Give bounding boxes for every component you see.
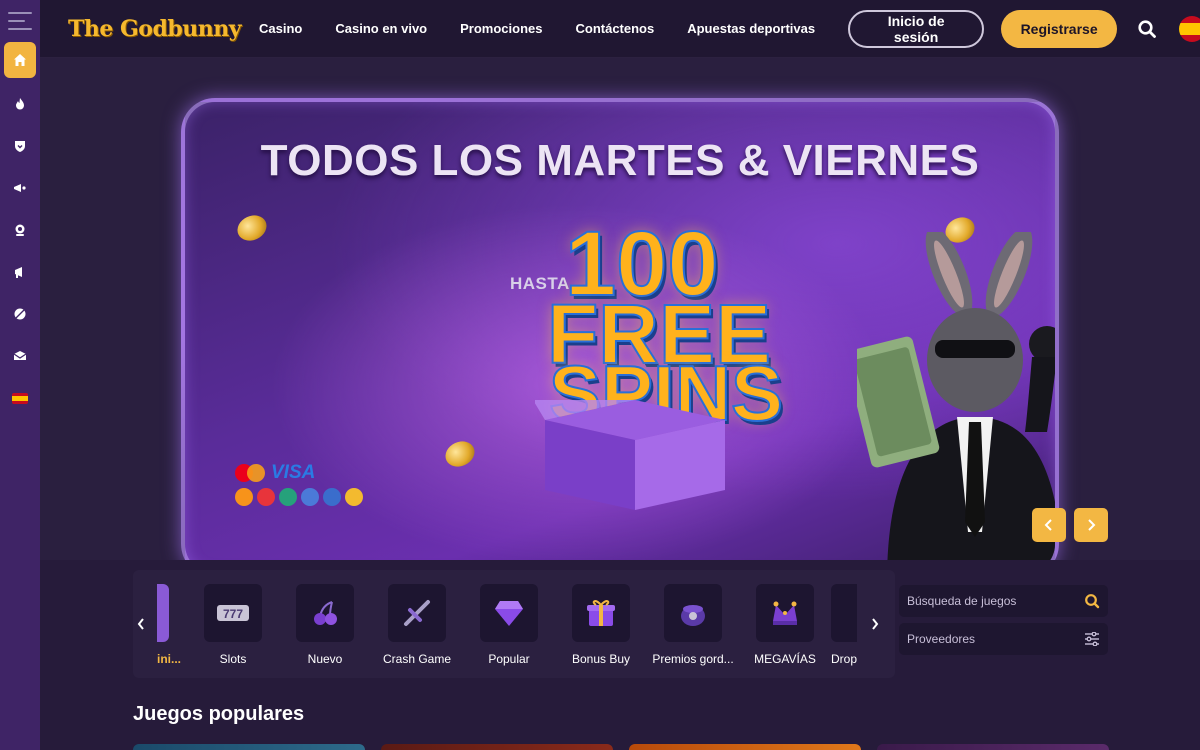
banner-title: TODOS LOS MARTES & VIERNES bbox=[260, 136, 980, 185]
fire-icon bbox=[16, 98, 24, 110]
svg-text:777: 777 bbox=[223, 607, 243, 621]
nav-promotions[interactable]: Promociones bbox=[460, 21, 542, 36]
game-card[interactable] bbox=[381, 744, 613, 750]
sidebar-item-language[interactable] bbox=[4, 382, 36, 414]
header-actions: Inicio de sesión Registrarse bbox=[848, 9, 1200, 48]
providers-filter[interactable]: Proveedores bbox=[899, 623, 1108, 655]
category-label: Nuevo bbox=[307, 652, 343, 666]
spain-flag-icon[interactable] bbox=[1179, 15, 1200, 42]
carousel-prev-button[interactable] bbox=[1032, 508, 1066, 542]
sidebar-item-security[interactable] bbox=[4, 130, 36, 162]
category-viewport: ini... 777 Slots Nuevo Crash Game Popula… bbox=[157, 570, 857, 678]
nav-live-casino[interactable]: Casino en vivo bbox=[335, 21, 427, 36]
category-item-jackpots[interactable]: Premios gord... bbox=[647, 584, 739, 666]
ethereum-icon bbox=[301, 488, 319, 506]
gift-box-illustration bbox=[535, 400, 725, 510]
shield-icon bbox=[15, 141, 25, 152]
sidebar-item-hot[interactable] bbox=[4, 88, 36, 120]
coin-decoration bbox=[441, 436, 479, 472]
crash-plane-icon bbox=[388, 584, 446, 642]
mastercard-icon bbox=[235, 464, 265, 482]
sidebar-item-messages[interactable] bbox=[4, 340, 36, 372]
category-label: Drop bbox=[831, 652, 857, 666]
search-icon[interactable] bbox=[1137, 19, 1157, 39]
game-search-input[interactable] bbox=[907, 594, 1067, 608]
nav-contact[interactable]: Contáctenos bbox=[575, 21, 654, 36]
diamond-icon bbox=[480, 584, 538, 642]
category-label: Slots bbox=[219, 652, 247, 666]
category-label: Popular bbox=[488, 652, 530, 666]
popular-games-title: Juegos populares bbox=[133, 703, 305, 725]
jackpot-pot-icon bbox=[664, 584, 722, 642]
nav-casino[interactable]: Casino bbox=[259, 21, 302, 36]
bitcoin-icon bbox=[235, 488, 253, 506]
game-card[interactable] bbox=[629, 744, 861, 750]
login-button[interactable]: Inicio de sesión bbox=[848, 9, 985, 48]
category-item-megaways[interactable]: MEGAVÍAS bbox=[739, 584, 831, 666]
tether-icon bbox=[279, 488, 297, 506]
chevron-left-icon bbox=[1044, 519, 1052, 531]
sidebar-item-sports[interactable] bbox=[4, 298, 36, 330]
sidebar-item-promotions[interactable] bbox=[4, 172, 36, 204]
gift-icon bbox=[572, 584, 630, 642]
promo-banner[interactable]: TODOS LOS MARTES & VIERNES HASTA 100 FRE… bbox=[181, 98, 1059, 578]
game-categories: ini... 777 Slots Nuevo Crash Game Popula… bbox=[40, 560, 1200, 680]
support-icon bbox=[15, 224, 25, 236]
chevron-left-icon bbox=[137, 618, 144, 630]
sports-ball-icon bbox=[14, 308, 26, 320]
search-icon[interactable] bbox=[1084, 593, 1100, 609]
filter-sliders-icon bbox=[1085, 632, 1099, 646]
category-item-bonus-buy[interactable]: Bonus Buy bbox=[555, 584, 647, 666]
category-item-slots[interactable]: 777 Slots bbox=[187, 584, 279, 666]
category-label: MEGAVÍAS bbox=[754, 652, 816, 666]
category-item-crash[interactable]: Crash Game bbox=[371, 584, 463, 666]
drop-icon bbox=[831, 584, 857, 642]
category-label: Bonus Buy bbox=[571, 652, 631, 666]
tron-icon bbox=[257, 488, 275, 506]
megaphone-icon bbox=[14, 184, 26, 192]
category-label: Premios gord... bbox=[652, 652, 734, 666]
hero-carousel: TODOS LOS MARTES & VIERNES HASTA 100 FRE… bbox=[40, 58, 1200, 578]
category-next-button[interactable] bbox=[867, 614, 883, 634]
chevron-right-icon bbox=[1088, 519, 1096, 531]
site-logo[interactable]: The Godbunny bbox=[68, 16, 242, 42]
category-item-new[interactable]: Nuevo bbox=[279, 584, 371, 666]
payment-methods: VISA bbox=[235, 462, 367, 506]
bnb-icon bbox=[345, 488, 363, 506]
envelope-icon bbox=[13, 351, 27, 360]
jester-hat-icon bbox=[756, 584, 814, 642]
category-prev-button[interactable] bbox=[133, 614, 149, 634]
sidebar-item-home[interactable] bbox=[4, 42, 36, 78]
sidebar-item-announcements[interactable] bbox=[4, 256, 36, 288]
game-search-box[interactable] bbox=[899, 585, 1108, 617]
bunny-mascot-illustration bbox=[857, 232, 1055, 574]
visa-logo: VISA bbox=[271, 462, 316, 483]
cherry-icon bbox=[296, 584, 354, 642]
slots-icon: 777 bbox=[204, 584, 262, 642]
nav-sports-betting[interactable]: Apuestas deportivas bbox=[687, 21, 815, 36]
game-card[interactable] bbox=[877, 744, 1109, 750]
category-active-tile bbox=[157, 584, 169, 642]
home-icon bbox=[14, 54, 26, 66]
category-strip: ini... 777 Slots Nuevo Crash Game Popula… bbox=[133, 570, 895, 678]
menu-toggle-icon[interactable] bbox=[8, 12, 32, 30]
register-button[interactable]: Registrarse bbox=[1001, 9, 1118, 48]
spain-flag-icon bbox=[12, 392, 28, 404]
main-nav: Casino Casino en vivo Promociones Contác… bbox=[259, 21, 848, 36]
category-label: Crash Game bbox=[382, 652, 452, 666]
sidebar-item-support[interactable] bbox=[4, 214, 36, 246]
litecoin-icon bbox=[323, 488, 341, 506]
providers-label: Proveedores bbox=[907, 632, 976, 646]
category-item-drop[interactable]: Drop bbox=[831, 584, 857, 666]
game-card[interactable] bbox=[133, 744, 365, 750]
coin-decoration bbox=[233, 210, 271, 246]
category-item-popular[interactable]: Popular bbox=[463, 584, 555, 666]
sidebar bbox=[0, 0, 40, 750]
carousel-next-button[interactable] bbox=[1074, 508, 1108, 542]
announce-icon bbox=[15, 267, 22, 278]
top-header: The Godbunny Casino Casino en vivo Promo… bbox=[40, 0, 1200, 58]
chevron-right-icon bbox=[872, 618, 879, 630]
